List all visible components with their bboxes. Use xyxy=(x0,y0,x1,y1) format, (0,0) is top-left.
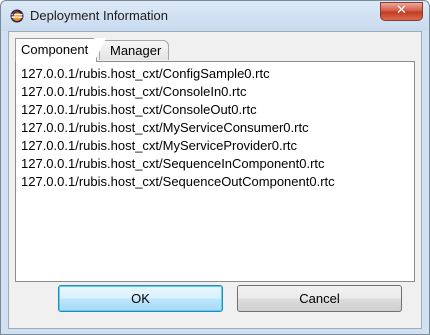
list-item[interactable]: 127.0.0.1/rubis.host_cxt/MyServiceProvid… xyxy=(21,137,414,155)
list-item[interactable]: 127.0.0.1/rubis.host_cxt/ConsoleIn0.rtc xyxy=(21,83,414,101)
cancel-button[interactable]: Cancel xyxy=(237,285,402,312)
deployment-information-dialog: Deployment Information ✕ Component Manag… xyxy=(0,0,430,335)
list-item[interactable]: 127.0.0.1/rubis.host_cxt/MyServiceConsum… xyxy=(21,119,414,137)
close-button[interactable]: ✕ xyxy=(380,2,423,21)
ok-button[interactable]: OK xyxy=(58,285,223,312)
list-item[interactable]: 127.0.0.1/rubis.host_cxt/SequenceOutComp… xyxy=(21,173,414,191)
tab-manager[interactable]: Manager xyxy=(99,40,169,60)
eclipse-icon xyxy=(10,9,24,23)
close-icon: ✕ xyxy=(396,3,407,18)
list-item[interactable]: 127.0.0.1/rubis.host_cxt/SequenceInCompo… xyxy=(21,155,414,173)
list-item[interactable]: 127.0.0.1/rubis.host_cxt/ConsoleOut0.rtc xyxy=(21,101,414,119)
component-list[interactable]: 127.0.0.1/rubis.host_cxt/ConfigSample0.r… xyxy=(15,61,415,282)
tab-component[interactable]: Component xyxy=(15,38,106,62)
window-title: Deployment Information xyxy=(30,8,169,23)
list-item[interactable]: 127.0.0.1/rubis.host_cxt/ConfigSample0.r… xyxy=(21,65,414,83)
title-bar[interactable]: Deployment Information ✕ xyxy=(1,1,429,31)
dialog-body: Component Manager 127.0.0.1/rubis.host_c… xyxy=(8,31,422,329)
